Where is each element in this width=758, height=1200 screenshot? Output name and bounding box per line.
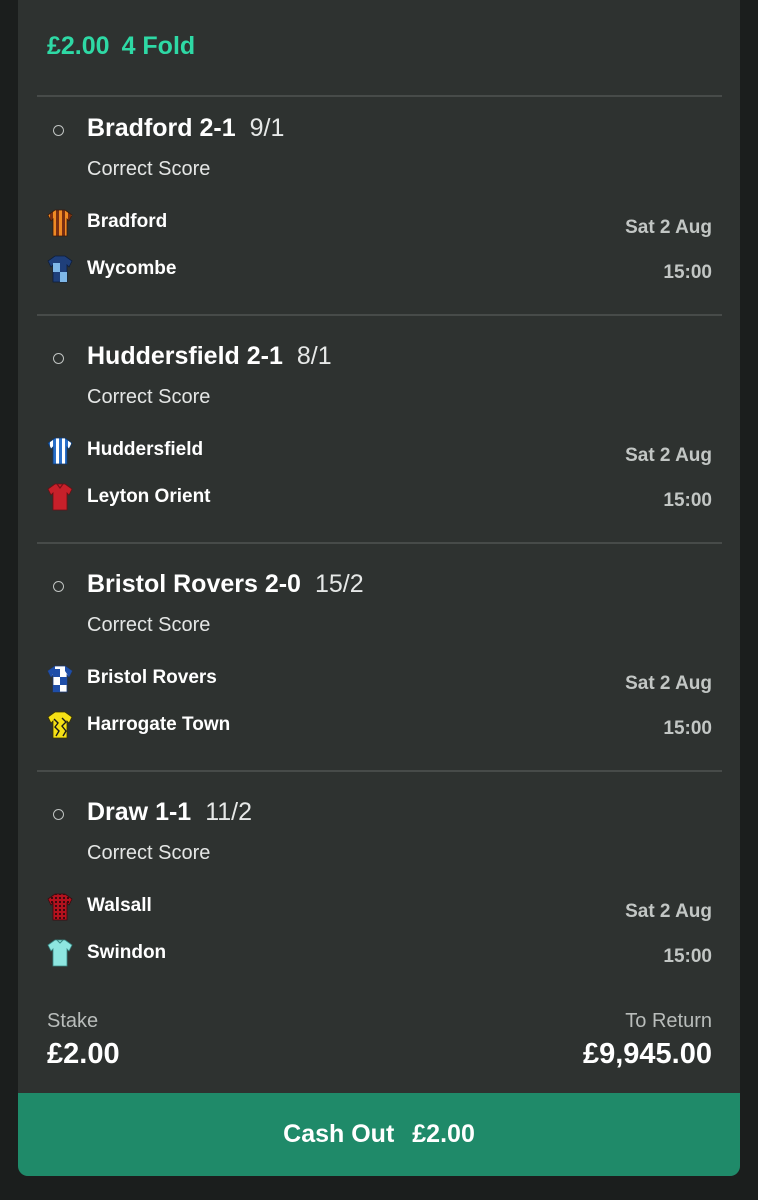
match-date: Sat 2 Aug [625, 673, 712, 694]
return-label: To Return [625, 1010, 712, 1032]
match-time: 15:00 [663, 262, 712, 283]
leg-status-icon [53, 581, 64, 592]
home-team: Walsall [87, 895, 152, 916]
leg-market: Correct Score [87, 614, 211, 636]
bet-header-stake: £2.00 [47, 32, 110, 60]
cash-out-button[interactable]: Cash Out £2.00 [18, 1093, 740, 1176]
wycombe-kit-icon [47, 255, 73, 283]
home-team: Bristol Rovers [87, 667, 217, 688]
selection-odds: 15/2 [314, 570, 364, 598]
leg-market: Correct Score [87, 158, 211, 180]
swindon-kit-icon [47, 939, 73, 967]
cash-out-amount: £2.00 [412, 1120, 475, 1148]
bet-card: £2.00 4 Fold Bradford 2-1 9/1 Correct Scor… [18, 0, 740, 1176]
leg-status-icon [53, 125, 64, 136]
leg-selection: Draw 1-1 11/2 [87, 798, 252, 827]
bet-leg: Bristol Rovers 2-0 15/2 Correct Score Bri… [18, 551, 740, 779]
selection-odds: 8/1 [296, 342, 332, 370]
huddersfield-kit-icon [47, 437, 73, 465]
leg-market: Correct Score [87, 386, 211, 408]
away-team: Swindon [87, 942, 167, 963]
match-date: Sat 2 Aug [625, 445, 712, 466]
bet-leg: Draw 1-1 11/2 Correct Score Walsall Swind… [18, 779, 740, 1007]
away-team: Wycombe [87, 258, 177, 279]
selection-name: Bradford 2-1 [87, 114, 236, 142]
away-team: Harrogate Town [87, 714, 231, 735]
leg-selection: Bradford 2-1 9/1 [87, 114, 284, 143]
match-time: 15:00 [663, 718, 712, 739]
bet-type: 4 Fold [121, 32, 196, 60]
selection-name: Bristol Rovers 2-0 [87, 570, 301, 598]
home-team: Huddersfield [87, 439, 204, 460]
leg-selection: Bristol Rovers 2-0 15/2 [87, 570, 364, 599]
bristol-rovers-kit-icon [47, 665, 73, 693]
bet-leg: Huddersfield 2-1 8/1 Correct Score Hudder… [18, 323, 740, 551]
selection-name: Huddersfield 2-1 [87, 342, 283, 370]
stake-label: Stake [47, 1010, 99, 1032]
divider [37, 542, 722, 544]
selection-odds: 9/1 [249, 114, 285, 142]
leg-selection: Huddersfield 2-1 8/1 [87, 342, 332, 371]
return-value: £9,945.00 [582, 1038, 712, 1070]
match-time: 15:00 [663, 946, 712, 967]
divider [37, 314, 722, 316]
selection-odds: 11/2 [205, 798, 253, 826]
leg-market: Correct Score [87, 842, 211, 864]
harrogate-town-kit-icon [47, 711, 73, 739]
match-time: 15:00 [663, 490, 712, 511]
leg-status-icon [53, 809, 64, 820]
walsall-kit-icon [47, 893, 73, 921]
divider [37, 770, 722, 772]
stake-value: £2.00 [47, 1038, 120, 1070]
bet-header: £2.00 4 Fold [47, 32, 195, 61]
selection-name: Draw 1-1 [87, 798, 192, 826]
leyton-orient-kit-icon [47, 483, 73, 511]
bradford-kit-icon [47, 209, 73, 237]
away-team: Leyton Orient [87, 486, 211, 507]
match-date: Sat 2 Aug [625, 217, 712, 238]
match-date: Sat 2 Aug [625, 901, 712, 922]
leg-status-icon [53, 353, 64, 364]
home-team: Bradford [87, 211, 168, 232]
bet-leg: Bradford 2-1 9/1 Correct Score Bradford W… [18, 95, 740, 323]
cash-out-label: Cash Out [283, 1120, 395, 1148]
